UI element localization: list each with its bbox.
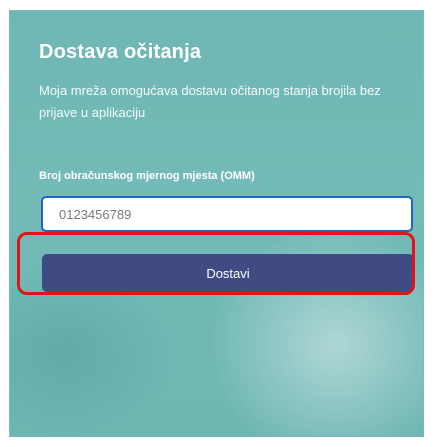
omm-input[interactable] bbox=[41, 196, 413, 232]
card-title: Dostava očitanja bbox=[39, 41, 202, 63]
highlight-outline bbox=[17, 232, 415, 295]
meter-reading-card: Dostava očitanja Moja mreža omogućava do… bbox=[9, 10, 424, 437]
omm-field-label: Broj obračunskog mjernog mjesta (OMM) bbox=[39, 170, 255, 182]
card-description: Moja mreža omogućava dostavu očitanog st… bbox=[39, 83, 381, 120]
page: Dostava očitanja Moja mreža omogućava do… bbox=[0, 0, 434, 447]
